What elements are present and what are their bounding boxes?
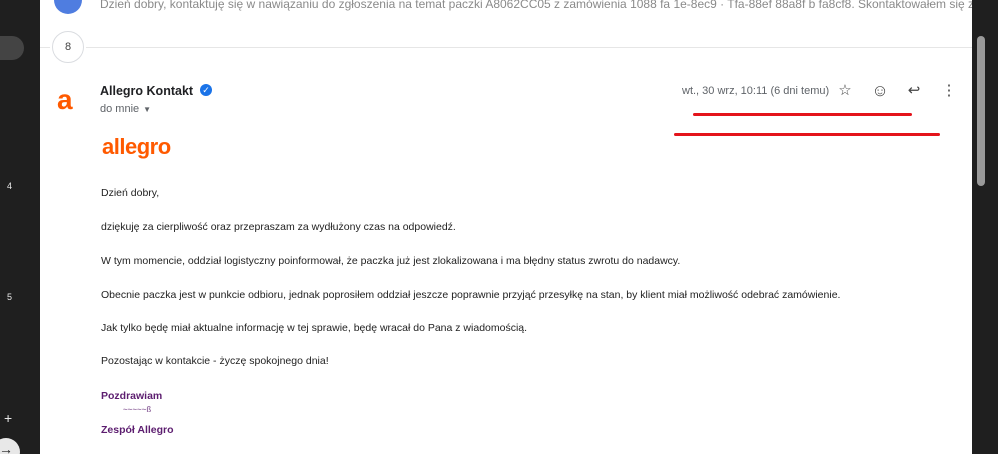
annotation-underline-1 xyxy=(693,113,912,116)
star-icon[interactable]: ☆ xyxy=(834,80,856,102)
annotation-underline-2 xyxy=(674,133,940,136)
sender-name[interactable]: Allegro Kontakt xyxy=(100,84,193,98)
signature-regards: Pozdrawiam xyxy=(101,390,163,402)
body-paragraph-5: Pozostając w kontakcie - życzę spokojneg… xyxy=(101,355,329,367)
emoji-reaction-icon[interactable]: ☺ xyxy=(869,80,891,102)
previous-message-snippet[interactable]: Dzień dobry, kontaktuję się w nawiązaniu… xyxy=(100,0,972,11)
arrow-right-icon[interactable]: → xyxy=(0,438,20,454)
verified-badge-icon: ✓ xyxy=(200,84,212,96)
recipient-details-toggle[interactable]: do mnie ▼ xyxy=(100,103,151,115)
scrollbar-track[interactable] xyxy=(972,0,998,454)
body-paragraph-3: Obecnie paczka jest w punkcie odbioru, j… xyxy=(101,289,841,301)
rail-number-4: 4 xyxy=(7,181,13,191)
sender-avatar: a xyxy=(57,84,73,115)
reply-icon[interactable]: ↩ xyxy=(903,80,925,102)
allegro-logo: allegro xyxy=(102,134,171,159)
body-greeting: Dzień dobry, xyxy=(101,187,160,199)
collapsed-messages-count[interactable]: 8 xyxy=(52,31,84,63)
recipient-label: do mnie xyxy=(100,103,140,115)
body-paragraph-1: dziękuję za cierpliwość oraz przepraszam… xyxy=(101,221,456,233)
email-thread-panel: Dzień dobry, kontaktuję się w nawiązaniu… xyxy=(40,0,972,454)
message-date: wt., 30 wrz, 10:11 (6 dni temu) xyxy=(682,85,830,97)
body-paragraph-4: Jak tylko będę miał aktualne informację … xyxy=(101,322,528,334)
rail-number-5: 5 xyxy=(7,292,13,302)
left-rail: 4 5 + → xyxy=(0,0,40,454)
caret-down-icon: ▼ xyxy=(143,105,152,114)
rail-nav-pill[interactable] xyxy=(0,36,24,60)
more-options-icon[interactable]: ⋮ xyxy=(938,80,960,102)
scrollbar-thumb[interactable] xyxy=(977,36,985,186)
plus-icon[interactable]: + xyxy=(4,411,12,425)
signature-team: Zespół Allegro xyxy=(101,424,174,436)
thread-divider xyxy=(40,47,972,48)
body-paragraph-2: W tym momencie, oddział logistyczny poin… xyxy=(101,255,681,267)
previous-message-avatar xyxy=(54,0,82,14)
signature-handwriting: ~~~~~ß xyxy=(123,405,152,414)
